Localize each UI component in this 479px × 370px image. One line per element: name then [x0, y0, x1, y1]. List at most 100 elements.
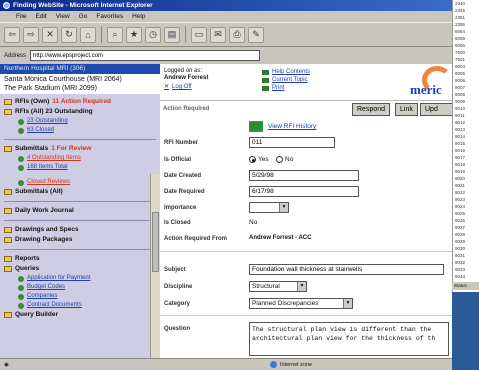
date-created-label: Date Created	[164, 173, 202, 179]
rfi-history-icon[interactable]	[249, 121, 263, 132]
background-list-item: 9009	[455, 99, 466, 104]
query-icon	[18, 293, 24, 300]
status-done-icon: ◉	[4, 361, 9, 368]
history-button[interactable]: ◷	[145, 26, 161, 43]
menu-help[interactable]: Help	[132, 11, 145, 22]
nav-reports-label: Reports	[15, 255, 40, 262]
nav-reports[interactable]: Reports	[4, 254, 156, 264]
nav-drawing-packages[interactable]: Drawing Packages	[4, 235, 156, 245]
left-navigation: Northern Hospital MRI (306) Santa Monica…	[0, 64, 160, 358]
nav-submittals-all[interactable]: Submittals (All)	[4, 187, 156, 197]
project-item[interactable]: Santa Monica Courthouse (MRI 2064)	[4, 75, 156, 84]
back-button[interactable]: ⇦	[4, 26, 20, 43]
current-topic-label: Current Topic	[272, 77, 308, 83]
left-scrollbar[interactable]	[150, 174, 160, 358]
dropdown-arrow-icon: ▼	[279, 203, 288, 212]
background-list-item: 9019	[455, 169, 466, 174]
nav-submittals[interactable]: Submittals 1 For Review	[4, 144, 156, 154]
subject-input[interactable]	[249, 264, 444, 275]
date-required-input[interactable]	[249, 186, 359, 197]
nav-query-builder[interactable]: Query Builder	[4, 310, 156, 320]
nav-rfi-closed[interactable]: 63 Closed	[4, 126, 156, 135]
dropdown-arrow-icon: ▼	[297, 282, 306, 291]
scrollbar-thumb[interactable]	[152, 212, 159, 272]
respond-button[interactable]: Respond	[352, 103, 391, 116]
category-select[interactable]: Planned Discrepancies ▼	[249, 298, 353, 309]
forward-button[interactable]: ⇨	[23, 26, 39, 43]
nav-rfi-outstanding-label: 23 Outstanding	[27, 118, 68, 124]
background-list-item: 9005	[455, 71, 466, 76]
date-created-input[interactable]	[249, 170, 359, 181]
menu-go[interactable]: Go	[79, 11, 88, 22]
link-button[interactable]: Link	[395, 103, 418, 116]
favorites-button[interactable]: ★	[126, 26, 142, 43]
nav-submittal-outstanding[interactable]: 4 Outstanding Items	[4, 154, 156, 163]
help-contents-link[interactable]: Help Contents	[262, 68, 310, 76]
nav-queries[interactable]: Queries	[4, 264, 156, 274]
fullscreen-button[interactable]: ▭	[191, 26, 207, 43]
nav-rfis-all[interactable]: RFIs (All) 23 Outstanding	[4, 107, 156, 117]
mail-button[interactable]: ✉	[210, 26, 226, 43]
menu-bar: File Edit View Go Favorites Help	[0, 11, 452, 22]
menu-file[interactable]: File	[16, 11, 26, 22]
background-list-item: 9015	[455, 141, 466, 146]
importance-select[interactable]: ▼	[249, 202, 289, 213]
current-topic-link[interactable]: Current Topic	[262, 76, 310, 84]
background-list-item: 9028	[455, 232, 466, 237]
update-button[interactable]: Upd	[420, 103, 452, 116]
channels-button[interactable]: ▤	[164, 26, 180, 43]
query-item-label: Companies	[27, 293, 58, 299]
nav-daily-work-label: Daily Work Journal	[15, 207, 74, 214]
refresh-button[interactable]: ↻	[61, 26, 77, 43]
background-list-item: 9014	[455, 134, 466, 139]
folder-icon	[4, 256, 12, 262]
query-companies[interactable]: Companies	[4, 292, 156, 301]
background-list-item: 2345	[455, 8, 466, 13]
edit-button[interactable]: ✎	[248, 26, 264, 43]
rfi-detail-panel: Logged on as: Andrew Forrest ✕ Log Off H…	[160, 64, 452, 358]
nav-submittal-total[interactable]: 168 Items Total	[4, 163, 156, 172]
rfi-number-input[interactable]	[249, 137, 335, 148]
menu-favorites[interactable]: Favorites	[96, 11, 123, 22]
title-bar: Finding WebSite - Microsoft Internet Exp…	[0, 0, 452, 11]
query-contract-documents[interactable]: Contract Documents	[4, 301, 156, 310]
query-budget-codes[interactable]: Budget Codes	[4, 283, 156, 292]
background-list-item: 2355	[455, 22, 466, 27]
logoff-link[interactable]: ✕ Log Off	[164, 84, 244, 91]
folder-icon	[4, 109, 12, 115]
search-button[interactable]: ⌕	[107, 26, 123, 43]
section-divider	[160, 251, 452, 252]
view-rfi-history-link[interactable]: View RFI History	[268, 123, 316, 130]
query-icon	[18, 275, 24, 282]
document-icon	[18, 179, 24, 186]
question-textarea[interactable]: The structural plan view is different th…	[249, 322, 449, 356]
stop-button[interactable]: ✕	[42, 26, 58, 43]
nav-rfi-closed-label: 63 Closed	[27, 127, 55, 133]
nav-rfi-outstanding[interactable]: 23 Outstanding	[4, 117, 156, 126]
home-button[interactable]: ⌂	[80, 26, 96, 43]
nav-drawings-specs[interactable]: Drawings and Specs	[4, 225, 156, 235]
print-button[interactable]: ⎙	[229, 26, 245, 43]
mail-icon: ✉	[214, 29, 222, 39]
official-no-radio[interactable]	[276, 156, 283, 163]
discipline-select[interactable]: Structural ▼	[249, 281, 307, 292]
project-item[interactable]: The Park Stadium (MRI 2099)	[4, 84, 156, 93]
address-input[interactable]	[30, 50, 261, 61]
logoff-label: Log Off	[172, 84, 192, 90]
menu-edit[interactable]: Edit	[35, 11, 46, 22]
nav-rfis-own[interactable]: RFIs (Own) 11 Action Required	[4, 97, 156, 107]
nav-queries-label: Queries	[15, 265, 40, 272]
menu-view[interactable]: View	[56, 11, 70, 22]
background-list-item: 9022	[455, 190, 466, 195]
query-application-for-payment[interactable]: Application for Payment	[4, 274, 156, 283]
official-yes-radio[interactable]	[249, 156, 256, 163]
edit-icon: ✎	[252, 29, 260, 39]
is-closed-value: No	[249, 219, 258, 226]
action-required-from-value: Andrew Forrest - ACC	[249, 235, 312, 241]
nav-closed-reviews[interactable]: Closed Reviews	[4, 178, 156, 187]
project-selected[interactable]: Northern Hospital MRI (306)	[0, 64, 160, 74]
divider	[4, 201, 156, 202]
background-list-item: 9034	[455, 274, 466, 279]
print-link[interactable]: Print	[262, 84, 310, 92]
nav-daily-work-journal[interactable]: Daily Work Journal	[4, 206, 156, 216]
